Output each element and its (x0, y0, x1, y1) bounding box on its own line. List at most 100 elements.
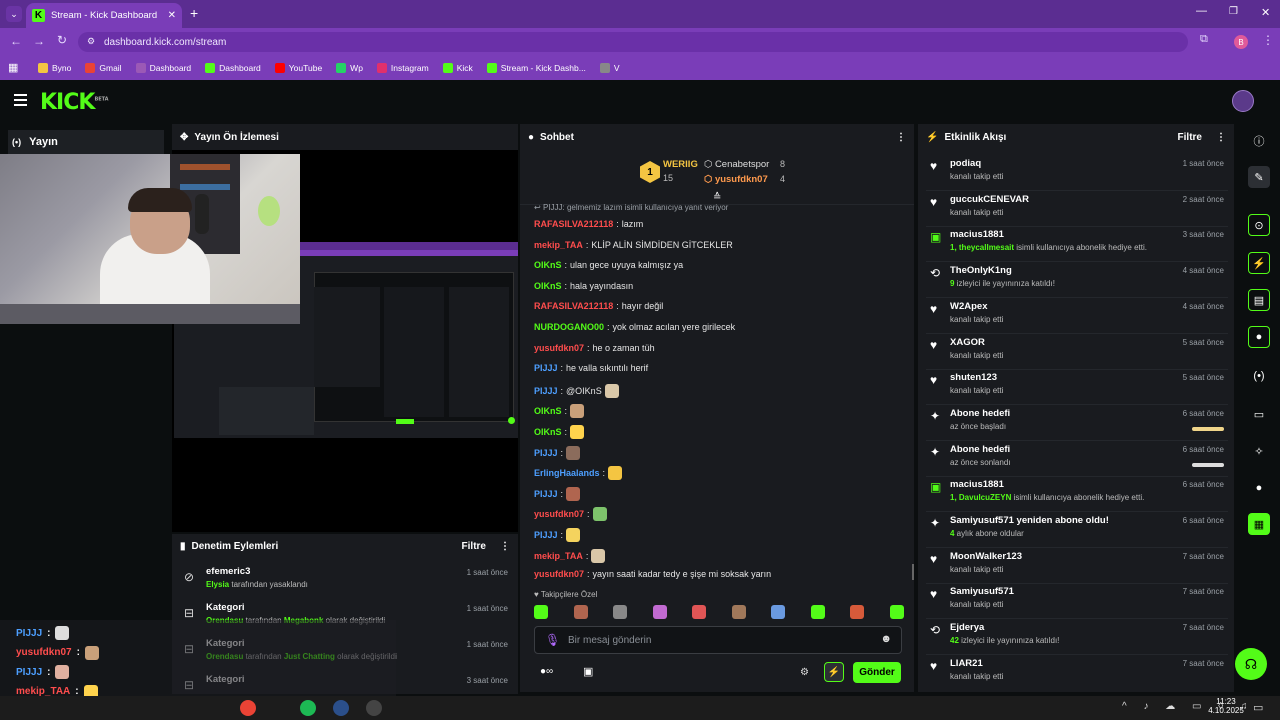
browser-tab[interactable]: K Stream - Kick Dashboard ✕ (26, 3, 182, 28)
back-icon[interactable]: ← (10, 34, 22, 48)
activity-filter-button[interactable]: Filtre (1178, 132, 1202, 143)
minimize-icon[interactable]: — (1196, 5, 1207, 17)
activity-row[interactable]: ♥ MoonWalker123 7 saat önce kanalı takip et… (928, 549, 1226, 583)
bookmark-item[interactable]: YouTube (274, 63, 322, 73)
bookmark-item[interactable]: V (599, 63, 619, 73)
bookmark-item[interactable]: Instagram (376, 63, 429, 73)
chat-scrollbar[interactable] (912, 564, 914, 580)
chat-username[interactable]: yusufdkn07 (534, 509, 584, 519)
wrench-icon[interactable]: ✧ (1248, 440, 1270, 462)
forward-icon[interactable]: → (33, 34, 45, 48)
taskbar-clock[interactable]: 11:23 4.10.2025 (1204, 697, 1248, 715)
emote-picker-icon[interactable] (810, 605, 825, 619)
hamburger-menu-icon[interactable] (14, 94, 27, 106)
activity-row[interactable]: ⟲ TheOnlyK1ng 4 saat önce 9 izleyici ile ya… (928, 263, 1226, 297)
activity-row[interactable]: ⟲ Ejderya 7 saat önce 42 izleyici ile yayın… (928, 620, 1226, 654)
bookmark-item[interactable]: Stream - Kick Dashb... (486, 63, 586, 73)
activity-row[interactable]: ♥ XAGOR 5 saat önce kanalı takip etti (928, 335, 1226, 369)
bookmark-item[interactable]: Kick (442, 63, 473, 73)
chat-username[interactable]: OIKnS (534, 281, 562, 291)
moderation-more-icon[interactable]: ⋮ (500, 541, 510, 552)
chat-username[interactable]: mekip_TAA (534, 551, 583, 561)
close-window-icon[interactable]: ✕ (1261, 6, 1270, 19)
obs-icon[interactable] (366, 700, 382, 716)
bookmark-item[interactable]: Wp (336, 63, 363, 73)
sidebar-item-yayin[interactable]: (•) Yayın (8, 130, 164, 154)
emote-picker-icon[interactable] (652, 605, 667, 619)
chat-more-icon[interactable]: ⋮ (896, 132, 906, 143)
chat-username[interactable]: OIKnS (534, 427, 562, 437)
new-tab-icon[interactable]: + (190, 5, 198, 21)
menu-dots-icon[interactable]: ⋮ (1262, 33, 1274, 47)
kick-logo[interactable]: KICKBETA (40, 90, 109, 115)
user-avatar[interactable] (1232, 90, 1254, 112)
printer-icon[interactable]: ▭ (1248, 403, 1270, 425)
notes-icon[interactable]: ▤ (1248, 289, 1270, 311)
chat-settings-icon[interactable]: ⚙ (800, 667, 809, 678)
tab-search-icon[interactable]: ⌄ (6, 6, 22, 22)
chat-username[interactable]: RAFASILVA212118 (534, 301, 613, 311)
apps-grid-icon[interactable]: ▦ (8, 61, 18, 74)
activity-rail-icon[interactable]: ⚡ (1248, 252, 1270, 274)
microphone-icon[interactable]: 🎙 (545, 633, 560, 647)
moderation-filter-button[interactable]: Filtre (462, 541, 486, 552)
emote-tab[interactable]: ♥ Takipçilere Özel (534, 590, 597, 599)
profile-avatar[interactable]: B (1234, 35, 1248, 49)
close-tab-icon[interactable]: ✕ (168, 10, 176, 21)
emote-picker-icon[interactable] (573, 605, 588, 619)
extensions-icon[interactable]: ⧉ (1200, 33, 1208, 46)
chat-username[interactable]: mekip_TAA (534, 240, 583, 250)
points-rail-icon[interactable]: ● (1248, 477, 1270, 499)
emote-picker-icon[interactable] (692, 605, 707, 619)
chrome-taskbar-icon[interactable] (240, 700, 256, 716)
reload-icon[interactable]: ↻ (57, 33, 67, 47)
emoji-icon[interactable]: ☻ (880, 633, 892, 645)
chat-username[interactable]: PIJJJ (534, 448, 558, 458)
chat-username[interactable]: PIJJJ (534, 489, 558, 499)
activity-row[interactable]: ▣ macius1881 3 saat önce 1, theycallmesait … (928, 227, 1226, 261)
activity-more-icon[interactable]: ⋮ (1216, 132, 1226, 143)
chat-username[interactable]: OIKnS (534, 406, 562, 416)
notification-icon[interactable]: ▭ (1253, 701, 1263, 714)
emote-picker-icon[interactable] (771, 605, 786, 619)
points-icon[interactable]: ●∞ (540, 666, 553, 677)
bookmark-item[interactable]: Byno (38, 63, 71, 73)
capture-icon[interactable]: ⊙ (1248, 214, 1270, 236)
activity-row[interactable]: ♥ Samiyusuf571 7 saat önce kanalı takip ett… (928, 584, 1226, 618)
emote-picker-icon[interactable] (731, 605, 746, 619)
bookmark-item[interactable]: Dashboard (205, 63, 261, 73)
chat-username[interactable]: RAFASILVA212118 (534, 219, 613, 229)
chat-input-box[interactable]: 🎙 Bir mesaj gönderin ☻ (534, 626, 902, 654)
chat-username[interactable]: NURDOGANO00 (534, 322, 604, 332)
support-headset-icon[interactable]: ☊ (1235, 648, 1267, 680)
emote-picker-icon[interactable] (850, 605, 865, 619)
preview-video[interactable] (0, 150, 518, 532)
emote-picker-icon[interactable] (613, 605, 628, 619)
edit-icon[interactable]: ✎ (1248, 166, 1270, 188)
broadcast-rail-icon[interactable]: (•) (1248, 365, 1270, 387)
activity-row[interactable]: ✦ Abone hedefi 6 saat önce az önce başladı (928, 406, 1226, 440)
activity-row[interactable]: ♥ W2Apex 4 saat önce kanalı takip etti (928, 299, 1226, 333)
bookmark-item[interactable]: Dashboard (135, 63, 191, 73)
chat-username[interactable]: yusufdkn07 (534, 569, 584, 579)
clip-icon[interactable]: ▦ (1248, 513, 1270, 535)
activity-row[interactable]: ♥ guccukCENEVAR 2 saat önce kanalı takip et… (928, 192, 1226, 226)
activity-row[interactable]: ✦ Samiyusuf571 yeniden abone oldu! 6 saat … (928, 513, 1226, 547)
bookmark-item[interactable]: Gmail (85, 63, 122, 73)
chat-username[interactable]: OIKnS (534, 260, 562, 270)
site-info-icon[interactable]: ⚙ (87, 36, 95, 47)
restore-icon[interactable]: ❐ (1229, 6, 1238, 17)
collapse-leaderboard-icon[interactable]: ≙ (713, 192, 721, 203)
moderation-row[interactable]: ⊘ efemeric3 1 saat önce Elysia tarafından y… (180, 564, 514, 598)
activity-row[interactable]: ▣ macius1881 6 saat önce 1, DavulcuZEYN isi… (928, 477, 1226, 511)
emote-picker-icon[interactable] (889, 605, 904, 619)
activity-row[interactable]: ♥ shuten123 5 saat önce kanalı takip etti (928, 370, 1226, 404)
activity-row[interactable]: ♥ podiaq 1 saat önce kanalı takip etti (928, 156, 1226, 190)
chat-username[interactable]: yusufdkn07 (534, 343, 584, 353)
activity-row[interactable]: ♥ LIAR21 7 saat önce kanalı takip etti (928, 656, 1226, 690)
url-input[interactable]: ⚙ dashboard.kick.com/stream (78, 32, 1188, 52)
chat-username[interactable]: PIJJJ (534, 386, 558, 396)
info-icon[interactable]: ⓘ (1248, 130, 1270, 152)
chat-username[interactable]: PIJJJ (534, 363, 558, 373)
gift-shop-icon[interactable]: ▣ (583, 665, 593, 678)
